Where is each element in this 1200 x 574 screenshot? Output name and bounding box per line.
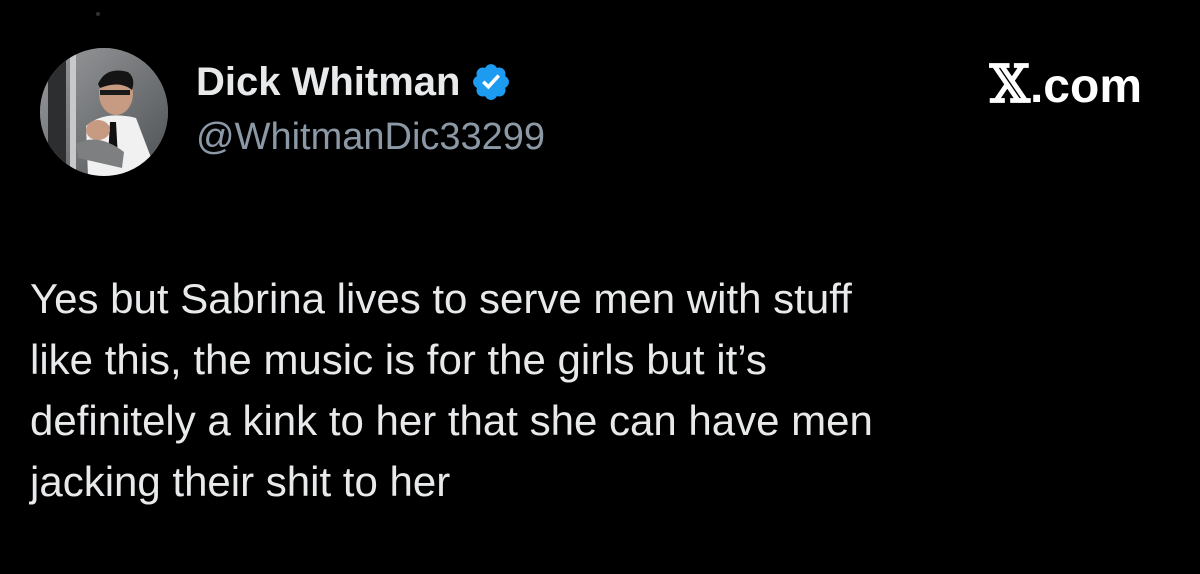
- author-handle[interactable]: @WhitmanDic33299: [196, 116, 996, 159]
- avatar-photo-icon: [40, 48, 168, 176]
- brand-suffix: .com: [1029, 60, 1142, 113]
- x-logo-icon: 𝕏: [989, 54, 1030, 115]
- author-header: Dick Whitman @WhitmanDic33299: [196, 56, 996, 159]
- author-display-name[interactable]: Dick Whitman: [196, 60, 460, 105]
- avatar[interactable]: [40, 48, 168, 176]
- tweet-text: Yes but Sabrina lives to serve men with …: [30, 275, 873, 505]
- x-com-brand: 𝕏.com: [990, 54, 1142, 115]
- tweet-card: Dick Whitman @WhitmanDic33299 𝕏.com Yes …: [0, 0, 1200, 574]
- verified-badge-icon[interactable]: [470, 61, 512, 103]
- name-row: Dick Whitman: [196, 56, 996, 108]
